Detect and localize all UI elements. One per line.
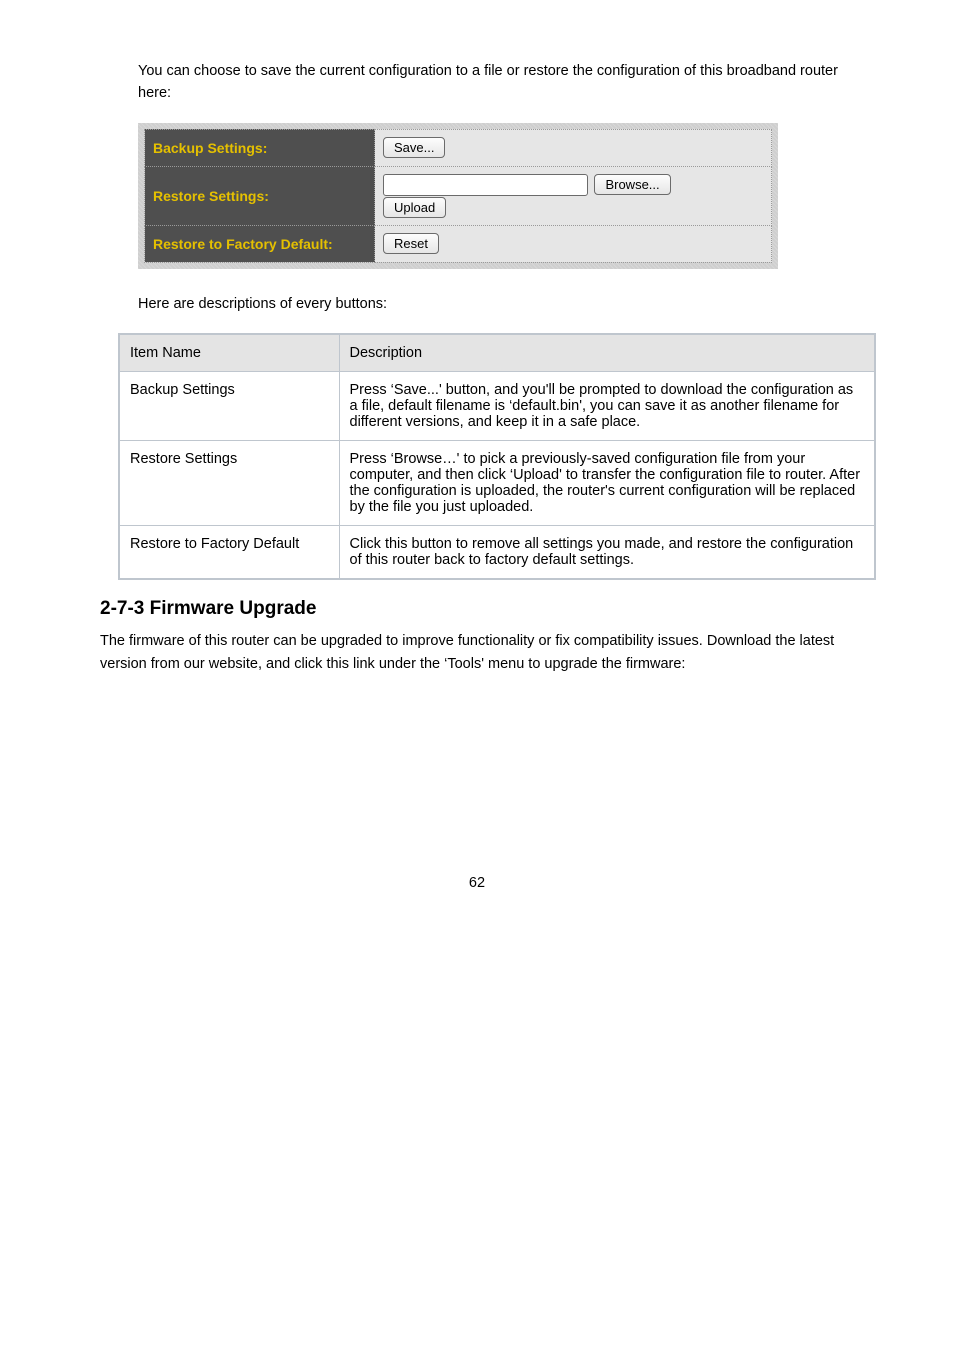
reset-row: Restore to Factory Default: Reset — [145, 225, 772, 262]
section-heading: 2-7-3 Firmware Upgrade — [100, 598, 854, 620]
browse-button[interactable]: Browse... — [594, 174, 670, 195]
reset-button[interactable]: Reset — [383, 233, 439, 254]
page-number: 62 — [100, 875, 854, 891]
table-row: Restore to Factory Default Click this bu… — [119, 526, 875, 580]
table-cell-name: Restore to Factory Default — [119, 526, 339, 580]
table-row: Backup Settings Press ‘Save...' button, … — [119, 372, 875, 441]
table-header-desc: Description — [339, 334, 875, 372]
table-cell-name: Backup Settings — [119, 372, 339, 441]
upload-button[interactable]: Upload — [383, 197, 446, 218]
table-header-item: Item Name — [119, 334, 339, 372]
intro-text: You can choose to save the current confi… — [138, 60, 854, 105]
restore-file-input[interactable] — [383, 174, 588, 196]
factory-default-label: Restore to Factory Default: — [145, 225, 375, 262]
table-cell-desc: Press ‘Save...' button, and you'll be pr… — [339, 372, 875, 441]
description-table: Item Name Description Backup Settings Pr… — [118, 333, 876, 580]
backup-restore-panel: Backup Settings: Save... Restore Setting… — [138, 123, 778, 269]
table-cell-name: Restore Settings — [119, 441, 339, 526]
backup-label: Backup Settings: — [145, 129, 375, 166]
section-body: The firmware of this router can be upgra… — [100, 630, 854, 675]
restore-row: Restore Settings: Browse... Upload — [145, 166, 772, 225]
description-intro: Here are descriptions of every buttons: — [138, 293, 854, 315]
save-button[interactable]: Save... — [383, 137, 445, 158]
table-row: Restore Settings Press ‘Browse…' to pick… — [119, 441, 875, 526]
backup-row: Backup Settings: Save... — [145, 129, 772, 166]
table-cell-desc: Click this button to remove all settings… — [339, 526, 875, 580]
restore-label: Restore Settings: — [145, 166, 375, 225]
table-cell-desc: Press ‘Browse…' to pick a previously-sav… — [339, 441, 875, 526]
